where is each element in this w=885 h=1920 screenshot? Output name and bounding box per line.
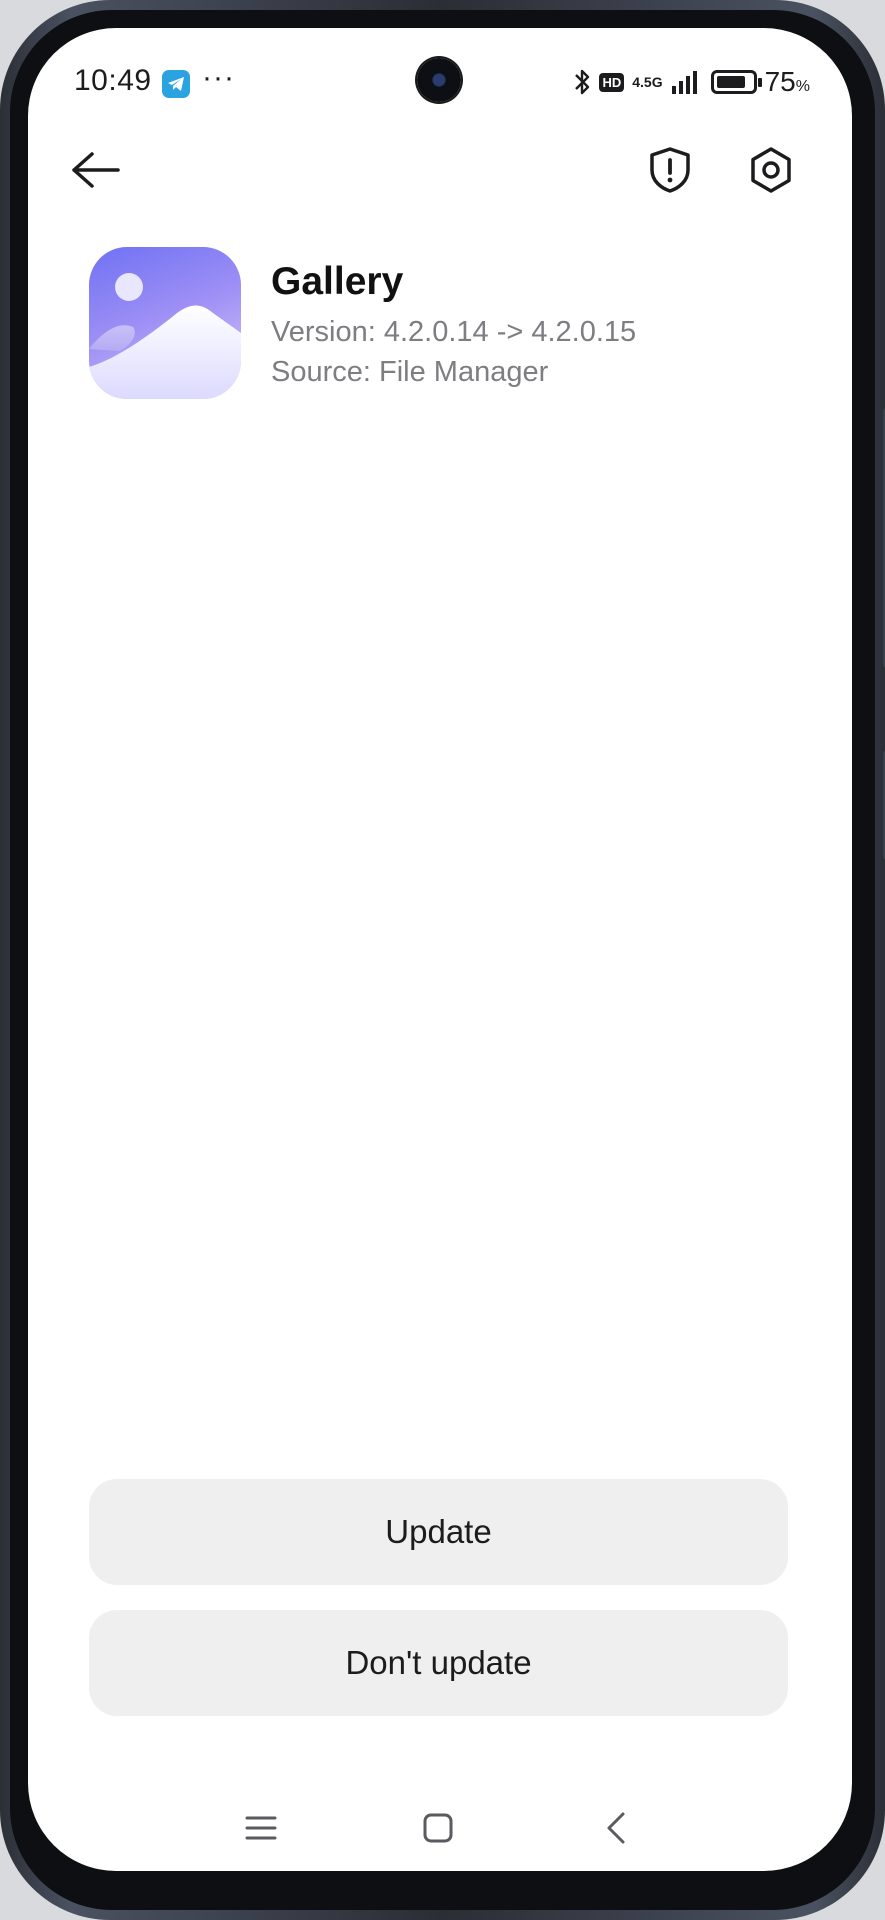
network-type: 4.5G	[632, 74, 663, 90]
battery-icon	[710, 70, 762, 94]
dont-update-button[interactable]: Don't update	[89, 1610, 788, 1716]
back-icon[interactable]	[586, 1798, 646, 1858]
app-source: Source: File Manager	[271, 356, 549, 388]
shield-alert-icon[interactable]	[638, 138, 702, 202]
telegram-icon	[162, 70, 190, 98]
app-version: Version: 4.2.0.14 -> 4.2.0.15	[271, 316, 637, 348]
screen: 10:49 ··· HD 4.5G 75% Gallery Version: 4…	[28, 28, 852, 1871]
update-button[interactable]: Update	[89, 1479, 788, 1585]
gear-icon[interactable]	[739, 138, 803, 202]
back-arrow-icon[interactable]	[64, 138, 128, 202]
front-camera	[417, 58, 461, 102]
status-bar: 10:49 ··· HD 4.5G 75%	[28, 28, 852, 138]
gallery-icon	[89, 247, 241, 399]
phone-frame: 10:49 ··· HD 4.5G 75% Gallery Version: 4…	[0, 0, 885, 1920]
bluetooth-icon	[575, 69, 590, 95]
hd-badge: HD	[599, 72, 625, 92]
status-time: 10:49	[74, 64, 152, 97]
menu-icon[interactable]	[231, 1798, 291, 1858]
home-icon[interactable]	[408, 1798, 468, 1858]
app-name: Gallery	[271, 260, 404, 303]
battery-level: 75%	[764, 66, 810, 97]
signal-icon	[671, 71, 697, 94]
status-icons: HD 4.5G 75%	[573, 62, 810, 102]
more-notifications-icon: ···	[202, 61, 235, 94]
